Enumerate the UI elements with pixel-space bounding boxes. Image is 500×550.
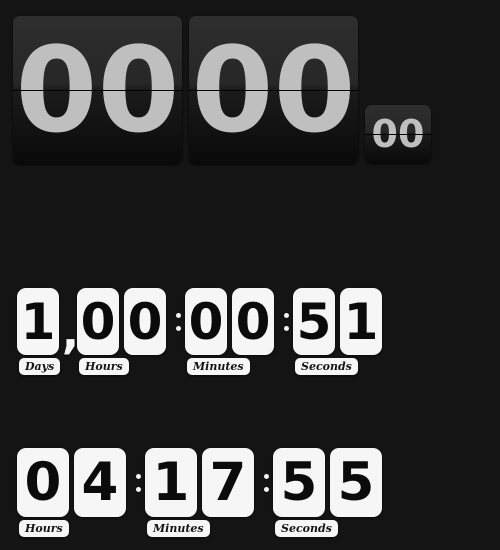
countdown-group-hours: 0 0 Hours: [77, 288, 171, 375]
digit-tile[interactable]: 0: [232, 288, 274, 355]
countdown-label-days: Days: [19, 358, 61, 375]
countdown-group-days: 1 Days: [17, 288, 64, 375]
colon-separator: [279, 288, 293, 355]
digit-tile[interactable]: 0: [185, 288, 227, 355]
countdown-label-minutes: Minutes: [147, 520, 210, 537]
digit-tile[interactable]: 5: [293, 288, 335, 355]
countdown-label-hours: Hours: [19, 520, 69, 537]
colon-dot-upper-icon: [175, 312, 181, 318]
digit-tile[interactable]: 0: [17, 448, 69, 517]
colon-separator: [259, 448, 273, 517]
colon-separator: [171, 288, 185, 355]
flip-panel-hours[interactable]: 00: [13, 16, 182, 164]
digit-tile[interactable]: 5: [273, 448, 325, 517]
comma-separator: ,: [61, 305, 80, 359]
flip-seam-icon: [365, 134, 431, 135]
countdown-group-minutes: 0 0 Minutes: [185, 288, 279, 375]
flip-panel-minutes[interactable]: 00: [189, 16, 358, 164]
countdown-group-minutes: 1 7 Minutes: [145, 448, 259, 537]
digit-tile[interactable]: 1: [145, 448, 197, 517]
colon-dot-lower-icon: [263, 486, 269, 492]
digit-tile[interactable]: 0: [124, 288, 166, 355]
digit-tile[interactable]: 1: [340, 288, 382, 355]
countdown-label-seconds: Seconds: [295, 358, 358, 375]
countdown-group-seconds: 5 1 Seconds: [293, 288, 387, 375]
countdown-with-days: 1 Days , 0 0 Hours 0 0 Minutes 5 1 Secon…: [17, 288, 387, 375]
digit-tile[interactable]: 1: [17, 288, 59, 355]
digit-tile[interactable]: 4: [74, 448, 126, 517]
digit-tile[interactable]: 0: [77, 288, 119, 355]
countdown-group-hours: 0 4 Hours: [17, 448, 131, 537]
countdown-group-seconds: 5 5 Seconds: [273, 448, 387, 537]
countdown-hours-minutes-seconds: 0 4 Hours 1 7 Minutes 5 5 Seconds: [17, 448, 387, 537]
countdown-label-seconds: Seconds: [275, 520, 338, 537]
flip-seam-icon: [13, 90, 182, 91]
digit-tile[interactable]: 7: [202, 448, 254, 517]
flip-clock: 00 00 00: [0, 0, 500, 190]
colon-dot-lower-icon: [175, 325, 181, 331]
colon-dot-upper-icon: [283, 312, 289, 318]
digit-tile[interactable]: 5: [330, 448, 382, 517]
colon-dot-upper-icon: [135, 473, 141, 479]
flip-panel-seconds[interactable]: 00: [365, 105, 431, 163]
flip-seam-icon: [189, 90, 358, 91]
countdown-label-minutes: Minutes: [187, 358, 250, 375]
countdown-label-hours: Hours: [79, 358, 129, 375]
colon-dot-lower-icon: [135, 486, 141, 492]
colon-separator: [131, 448, 145, 517]
colon-dot-upper-icon: [263, 473, 269, 479]
colon-dot-lower-icon: [283, 325, 289, 331]
